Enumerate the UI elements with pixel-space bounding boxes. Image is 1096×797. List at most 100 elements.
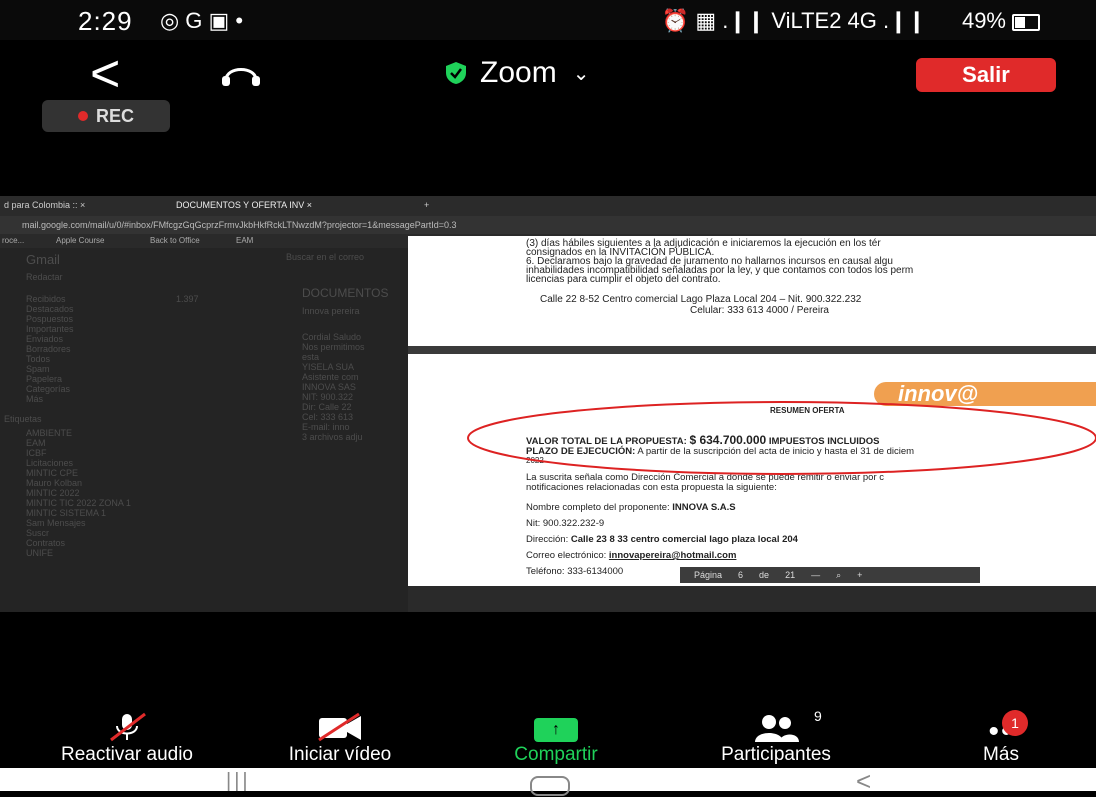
gmail-label: Contratos [26,538,66,548]
exit-meeting-button[interactable]: Salir [916,58,1056,92]
gmail-label: Licitaciones [26,458,74,468]
proponent-label: Nombre completo del proponente: [526,502,670,513]
meeting-title-label: Zoom [480,56,557,89]
unmute-audio-button[interactable]: Reactivar audio [12,712,242,766]
unmute-audio-label: Reactivar audio [60,744,194,765]
phone-line: Teléfono: 333-6134000 [526,566,624,577]
nav-back-button[interactable]: < [856,766,871,797]
status-signal-icons: ⏰ ▦ .❙❙ ViLTE2 4G .❙❙ [661,8,926,33]
email-label: Correo electrónico: [526,550,607,561]
message-body-line: NIT: 900.322 [302,392,354,402]
participants-button[interactable]: 9 Participantes [678,708,874,766]
gmail-label: MINTIC TIC 2022 ZONA 1 [26,498,131,508]
gmail-sidebar: Gmail Redactar 1.397 Recibidos Destacados… [0,248,230,612]
message-body-line: 3 archivos adju [302,432,363,442]
bookmark: Apple Course [56,236,105,245]
compose-button: Redactar [26,272,63,282]
gmail-label: ICBF [26,448,47,458]
new-tab-button[interactable]: + [424,200,429,210]
notification-badge: 1 [1002,710,1028,736]
bookmark: Back to Office [150,236,200,245]
gmail-folder: Enviados [26,334,64,344]
gmail-label: MINTIC SISTEMA 1 [26,508,107,518]
status-notification-icons: ◎ G ▣ • [160,8,244,33]
gmail-label: Mauro Kolban [26,478,83,488]
message-body-line: Cordial Saludo [302,332,362,342]
battery-icon [1012,14,1040,31]
browser-tab-bar: d para Colombia :: × DOCUMENTOS Y OFERTA… [0,196,1096,216]
message-body-line: Cel: 333 613 [302,412,354,422]
browser-tab[interactable]: d para Colombia :: × [4,200,85,210]
recording-indicator: REC [42,100,170,132]
battery-percent: 49% [961,8,1006,33]
message-body-line: Dir: Calle 22 [302,402,352,412]
home-button[interactable] [530,776,570,796]
pdf-text-line: licencias para cumplir el objeto del con… [526,274,721,285]
chevron-down-icon: ⌄ [572,62,590,85]
gmail-label: MINTIC CPE [26,468,79,478]
zoom-in-icon: + [857,570,863,580]
recording-label: REC [95,105,134,126]
battery-level [1015,17,1025,28]
inbox-count: 1.397 [176,294,199,304]
gmail-folder: Pospuestos [26,314,74,324]
bookmark: EAM [236,236,254,245]
address-value: Calle 23 8 33 centro comercial lago plaz… [570,534,798,545]
gmail-label: EAM [26,438,46,448]
pdf-page-5: (3) días hábiles siguientes a la adjudic… [408,236,1096,346]
participants-count: 9 [814,708,822,724]
zoom-icon: ⌕ [836,569,842,580]
page-of: de [759,570,770,580]
gmail-folder: Categorías [26,384,71,394]
address-label: Dirección: [526,534,569,545]
gmail-label: Sam Mensajes [26,518,86,528]
gmail-search: Buscar en el correo [286,252,365,262]
audio-output-icon[interactable] [218,58,264,88]
nit-line: Nit: 900.322.232-9 [526,518,605,529]
gmail-logo: Gmail [26,252,60,267]
browser-tab-active[interactable]: DOCUMENTOS Y OFERTA INV × [176,200,312,210]
gmail-label: AMBIENTE [26,428,73,438]
start-video-label: Iniciar vídeo [288,744,392,765]
participants-icon [755,715,799,742]
pdf-page-6: innov@ RESUMEN OFERTA VALOR TOTAL DE LA … [408,354,1096,586]
gmail-label: MINTIC 2022 [26,488,80,498]
gmail-folder: Papelera [26,374,63,384]
gmail-folder: Spam [26,364,50,374]
gmail-folder: Destacados [26,304,74,314]
share-screen-button[interactable]: ↑ Compartir [476,712,636,766]
shared-screen[interactable]: d para Colombia :: × DOCUMENTOS Y OFERTA… [0,196,1096,612]
gmail-labels-header: Etiquetas [4,414,42,424]
status-bar: 2:29 ◎ G ▣ • ⏰ ▦ .❙❙ ViLTE2 4G .❙❙ 49% [0,0,1096,40]
proponent-value: INNOVA S.A.S [672,502,736,513]
red-circle-annotation [467,401,1096,475]
back-button[interactable]: < [90,48,120,100]
message-body-line: Nos permitimos [302,342,365,352]
gmail-label: UNIFE [26,548,53,558]
url-text: mail.google.com/mail/u/0/#inbox/FMfcgzGq… [22,220,457,230]
encryption-shield-icon [446,62,466,84]
gmail-background: Gmail Redactar 1.397 Recibidos Destacados… [0,248,408,612]
pdf-footer-phone: Celular: 333 613 4000 / Pereira [690,305,829,316]
email-line: Correo electrónico: innovapereira@hotmai… [526,550,736,561]
bookmark: roce... [2,236,25,245]
microphone-muted-icon [110,712,146,742]
message-body-line: Asistente com [302,372,359,382]
recent-apps-button[interactable]: ||| [226,770,251,793]
page-number: 6 [738,570,744,580]
gmail-folder: Más [26,394,44,404]
status-time: 2:29 [78,6,133,36]
more-button[interactable]: •• 1 Más [946,710,1056,766]
pdf-page-separator [408,346,1096,354]
proponent-line: Nombre completo del proponente: INNOVA S… [526,502,736,513]
meeting-title[interactable]: Zoom ⌄ [444,56,589,90]
message-body-line: E-mail: inno [302,422,350,432]
gmail-folder: Recibidos [26,294,66,304]
browser-address-bar: mail.google.com/mail/u/0/#inbox/FMfcgzGq… [0,216,1096,234]
share-screen-label: Compartir [514,744,598,765]
share-arrow-icon: ↑ [534,718,578,742]
start-video-button[interactable]: Iniciar vídeo [250,712,430,766]
gmail-folder: Todos [26,354,51,364]
pdf-viewer-bg [408,586,1096,612]
address-line: Dirección: Calle 23 8 33 centro comercia… [526,534,798,545]
